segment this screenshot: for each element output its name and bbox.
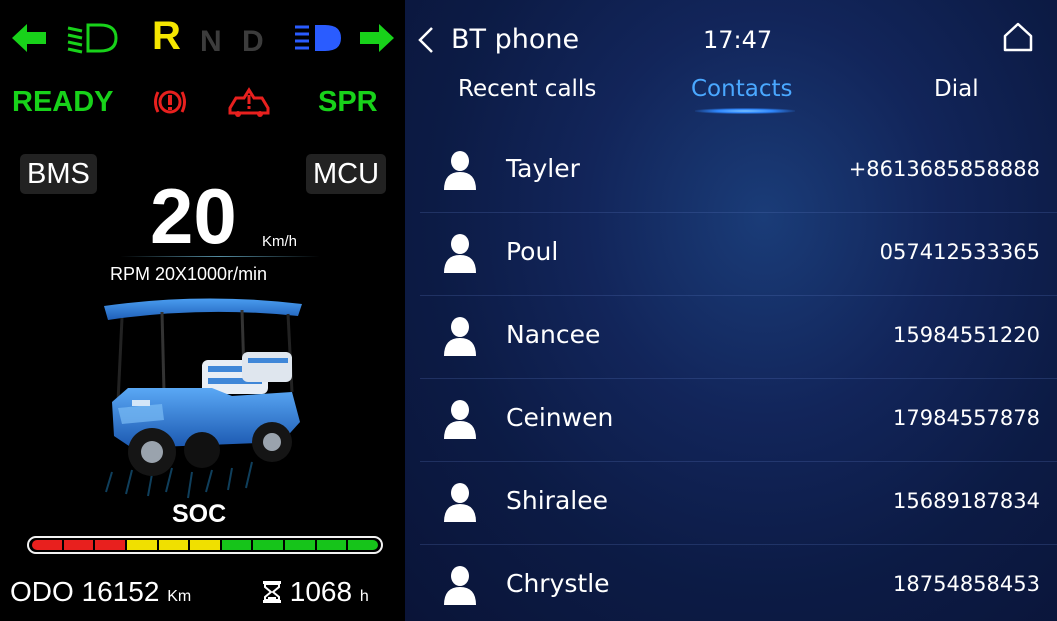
soc-segment [95, 540, 125, 550]
odo-label: ODO [10, 576, 74, 607]
contact-row[interactable]: Chrystle 18754858453 [420, 545, 1057, 621]
golf-cart-image [92, 292, 322, 500]
soc-segment [190, 540, 220, 550]
contact-number: 057412533365 [879, 240, 1040, 264]
soc-segment [285, 540, 315, 550]
back-button[interactable] [415, 22, 437, 58]
contact-name: Tayler [506, 154, 580, 183]
rpm-readout: RPM 20X1000r/min [110, 264, 268, 284]
soc-segment [63, 540, 94, 550]
page-title: BT phone [451, 24, 580, 55]
contact-row[interactable]: Nancee 15984551220 [420, 296, 1057, 379]
soc-segment [316, 540, 347, 550]
contact-name: Chrystle [506, 569, 610, 598]
tab-recent-calls[interactable]: Recent calls [458, 72, 596, 106]
contact-row[interactable]: Poul 057412533365 [420, 213, 1057, 296]
left-turn-arrow-icon [12, 24, 48, 52]
parking-brake-icon [153, 86, 187, 118]
gear-neutral: N [200, 25, 222, 58]
ready-indicator: READY [12, 86, 114, 118]
active-tab-indicator [695, 108, 795, 114]
home-icon [1003, 22, 1033, 52]
high-beam-icon [293, 22, 345, 54]
contact-number: 15984551220 [893, 323, 1040, 347]
hour-unit: h [359, 588, 369, 605]
tab-contacts[interactable]: Contacts [691, 72, 792, 106]
chevron-left-icon [418, 27, 433, 53]
gear-drive: D [242, 25, 264, 58]
odo-unit: Km [167, 588, 192, 605]
contact-avatar-icon [442, 565, 478, 605]
mcu-button[interactable]: MCU [306, 154, 387, 194]
contact-name: Shiralee [506, 486, 608, 515]
hour-value: 1068 [289, 576, 353, 607]
hourglass-icon [262, 577, 282, 613]
soc-segment [253, 540, 284, 550]
contact-name: Poul [506, 237, 559, 266]
low-beam-icon [66, 22, 120, 54]
bt-phone-panel: BT phone 17:47 Recent calls Contacts Dia… [405, 0, 1057, 621]
contact-name: Nancee [506, 320, 601, 349]
soc-segment [32, 540, 62, 550]
soc-segment [126, 540, 157, 550]
speed-value: 20 [150, 172, 237, 260]
soc-gauge [27, 536, 383, 554]
bms-button[interactable]: BMS [20, 154, 97, 194]
contact-number: 17984557878 [893, 406, 1040, 430]
hour-meter: 1068 h [262, 574, 369, 615]
soc-segment [158, 540, 189, 550]
contact-row[interactable]: Tayler +8613685858888 [420, 130, 1057, 213]
clock: 17:47 [703, 26, 773, 54]
contact-avatar-icon [442, 233, 478, 273]
contact-number: +8613685858888 [848, 157, 1040, 181]
home-button[interactable] [1001, 20, 1035, 54]
instrument-cluster: R N D READY SPR BMS MCU 20 Km/h RPM 20X1… [0, 0, 405, 621]
contact-number: 15689187834 [893, 489, 1040, 513]
tab-dial[interactable]: Dial [934, 72, 979, 106]
odometer: ODO 16152 Km [10, 574, 191, 615]
contact-avatar-icon [442, 399, 478, 439]
spr-indicator: SPR [318, 86, 378, 118]
contact-name: Ceinwen [506, 403, 614, 432]
gear-reverse: R [152, 14, 181, 58]
soc-segment [221, 540, 252, 550]
contact-number: 18754858453 [893, 572, 1040, 596]
contact-row[interactable]: Shiralee 15689187834 [420, 462, 1057, 545]
soc-label: SOC [172, 500, 227, 528]
soc-segment [348, 540, 379, 550]
contact-row[interactable]: Ceinwen 17984557878 [420, 379, 1057, 462]
contact-list: Tayler +8613685858888 Poul 057412533365 Nanc… [420, 130, 1057, 621]
speed-unit: Km/h [262, 233, 298, 250]
speed-divider [120, 256, 320, 257]
contact-avatar-icon [442, 150, 478, 190]
odo-value: 16152 [81, 576, 160, 607]
contact-avatar-icon [442, 482, 478, 522]
contact-avatar-icon [442, 316, 478, 356]
right-turn-arrow-icon [358, 24, 394, 52]
vehicle-warning-icon [226, 86, 272, 118]
